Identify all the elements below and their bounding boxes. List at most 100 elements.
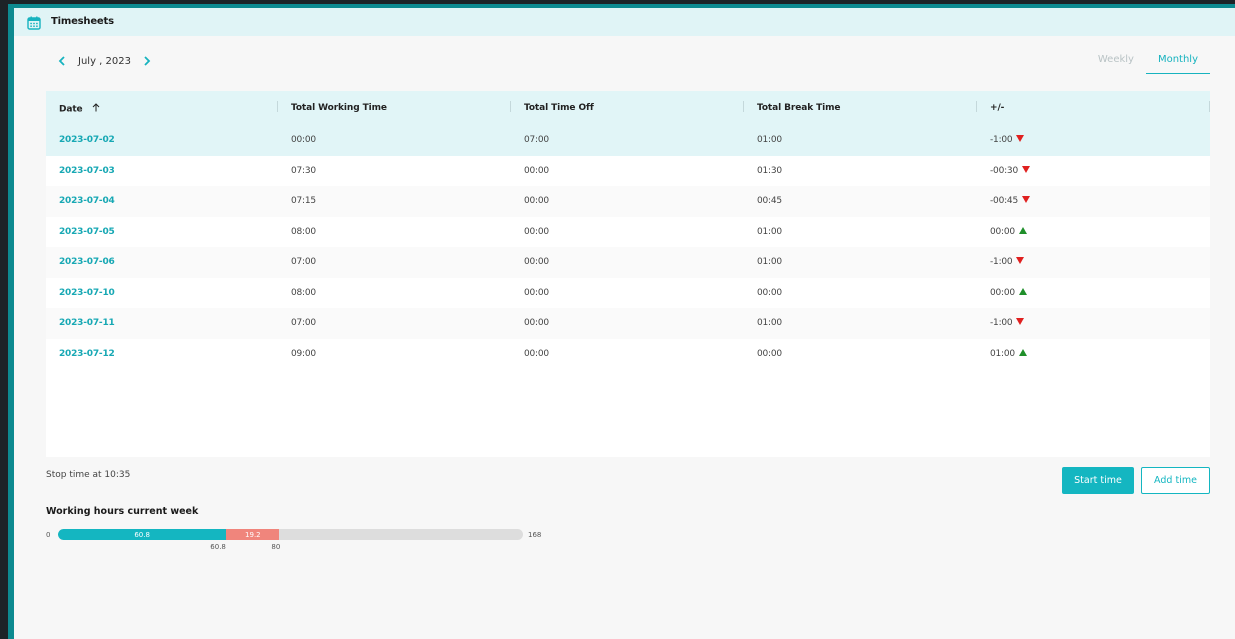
add-time-button[interactable]: Add time — [1141, 467, 1210, 494]
tab-monthly[interactable]: Monthly — [1145, 52, 1210, 74]
arrow-up-icon[interactable] — [92, 103, 100, 115]
column-header-date-label: Date — [59, 104, 83, 115]
arrow-down-icon — [1021, 196, 1030, 206]
row-working-time: 00:00 — [291, 135, 316, 145]
row-date-link[interactable]: 2023-07-02 — [59, 135, 115, 145]
start-time-button[interactable]: Start time — [1062, 467, 1134, 494]
row-diff: 00:00 — [990, 287, 1027, 298]
row-diff-value: -00:30 — [990, 165, 1018, 176]
row-diff-value: 00:00 — [990, 226, 1015, 237]
timesheets-window: Timesheets July , 2023 Weekly Monthly Da… — [14, 8, 1235, 639]
row-diff-value: -1:00 — [990, 257, 1013, 267]
row-date-link[interactable]: 2023-07-12 — [59, 349, 115, 359]
row-working-time: 07:00 — [291, 257, 316, 267]
row-time-off: 00:00 — [524, 165, 549, 176]
row-break-time: 00:45 — [757, 196, 782, 206]
month-navigator: July , 2023 — [56, 53, 153, 69]
row-working-time: 07:30 — [291, 165, 316, 176]
worked-hours-segment: 60.8 — [58, 529, 227, 540]
row-diff: 01:00 — [990, 348, 1027, 359]
row-working-time: 09:00 — [291, 348, 316, 359]
row-break-time: 01:00 — [757, 318, 782, 328]
row-time-off: 00:00 — [524, 318, 549, 328]
remaining-hours-label: 19.2 — [245, 530, 261, 539]
arrow-down-icon — [1016, 257, 1025, 267]
table-header: Date Total Working Time Total Time Off T… — [46, 91, 1210, 125]
row-time-off: 00:00 — [524, 287, 549, 298]
stop-time-text: Stop time at 10:35 — [46, 470, 131, 480]
arrow-down-icon — [1016, 318, 1025, 328]
row-date-link[interactable]: 2023-07-10 — [59, 288, 115, 298]
row-time-off: 00:00 — [524, 196, 549, 206]
table-row[interactable]: 2023-07-03 07:30 00:00 01:30 -00:30 — [46, 155, 1210, 186]
row-time-off: 00:00 — [524, 348, 549, 359]
row-time-off: 07:00 — [524, 135, 549, 145]
chevron-left-icon[interactable] — [56, 53, 68, 69]
row-date-link[interactable]: 2023-07-03 — [59, 166, 115, 176]
arrow-down-icon — [1016, 135, 1025, 145]
column-header-break-time[interactable]: Total Break Time — [757, 103, 841, 113]
worked-hours-marker: 60.8 — [210, 543, 226, 551]
column-header-time-off[interactable]: Total Time Off — [524, 103, 594, 113]
working-hours-min-label: 0 — [46, 531, 51, 539]
calendar-icon — [27, 15, 41, 30]
row-diff: -00:45 — [990, 196, 1030, 206]
remaining-hours-segment: 19.2 — [226, 529, 280, 540]
table-row[interactable]: 2023-07-05 08:00 00:00 01:00 00:00 — [46, 216, 1210, 247]
column-divider[interactable] — [1209, 101, 1210, 112]
row-break-time: 01:00 — [757, 226, 782, 237]
current-month-label: July , 2023 — [78, 55, 131, 67]
row-working-time: 07:15 — [291, 196, 316, 206]
row-diff: -1:00 — [990, 135, 1025, 145]
row-diff-value: -1:00 — [990, 318, 1013, 328]
row-diff-value: 00:00 — [990, 287, 1015, 298]
timesheet-table: Date Total Working Time Total Time Off T… — [46, 91, 1210, 457]
working-hours-bar: 60.8 19.2 — [58, 529, 523, 540]
column-divider[interactable] — [976, 101, 977, 112]
column-header-date[interactable]: Date — [59, 103, 100, 115]
arrow-up-icon — [1018, 348, 1027, 359]
table-row[interactable]: 2023-07-11 07:00 00:00 01:00 -1:00 — [46, 308, 1210, 339]
row-diff-value: -00:45 — [990, 196, 1018, 206]
row-diff: -1:00 — [990, 318, 1025, 328]
arrow-down-icon — [1021, 165, 1030, 176]
column-header-diff[interactable]: +/- — [990, 103, 1004, 113]
row-time-off: 00:00 — [524, 226, 549, 237]
view-tabs: Weekly Monthly — [1086, 52, 1210, 74]
column-header-working-time[interactable]: Total Working Time — [291, 103, 387, 113]
row-break-time: 00:00 — [757, 348, 782, 359]
row-time-off: 00:00 — [524, 257, 549, 267]
table-row[interactable]: 2023-07-12 09:00 00:00 00:00 01:00 — [46, 338, 1210, 369]
working-hours-title: Working hours current week — [46, 506, 199, 517]
working-hours-max-label: 168 — [528, 531, 542, 539]
row-date-link[interactable]: 2023-07-06 — [59, 257, 115, 267]
row-diff: -00:30 — [990, 165, 1030, 176]
table-row[interactable]: 2023-07-02 00:00 07:00 01:00 -1:00 — [46, 125, 1210, 156]
arrow-up-icon — [1018, 226, 1027, 237]
column-divider[interactable] — [743, 101, 744, 112]
chevron-right-icon[interactable] — [141, 53, 153, 69]
column-divider[interactable] — [510, 101, 511, 112]
table-row[interactable]: 2023-07-06 07:00 00:00 01:00 -1:00 — [46, 247, 1210, 278]
row-date-link[interactable]: 2023-07-04 — [59, 196, 115, 206]
tab-weekly[interactable]: Weekly — [1086, 52, 1146, 74]
target-hours-marker: 80 — [271, 543, 281, 551]
arrow-up-icon — [1018, 287, 1027, 298]
row-date-link[interactable]: 2023-07-05 — [59, 227, 115, 237]
row-working-time: 08:00 — [291, 287, 316, 298]
table-row[interactable]: 2023-07-04 07:15 00:00 00:45 -00:45 — [46, 186, 1210, 217]
window-title: Timesheets — [51, 16, 114, 27]
row-diff: -1:00 — [990, 257, 1025, 267]
row-break-time: 01:00 — [757, 135, 782, 145]
row-diff-value: 01:00 — [990, 348, 1015, 359]
row-date-link[interactable]: 2023-07-11 — [59, 318, 115, 328]
app-frame: Timesheets July , 2023 Weekly Monthly Da… — [0, 0, 1235, 639]
table-row[interactable]: 2023-07-10 08:00 00:00 00:00 00:00 — [46, 277, 1210, 308]
row-break-time: 01:30 — [757, 165, 782, 176]
column-divider[interactable] — [277, 101, 278, 112]
row-diff: 00:00 — [990, 226, 1027, 237]
row-diff-value: -1:00 — [990, 135, 1013, 145]
row-working-time: 08:00 — [291, 226, 316, 237]
worked-hours-label: 60.8 — [134, 530, 150, 539]
row-break-time: 01:00 — [757, 257, 782, 267]
